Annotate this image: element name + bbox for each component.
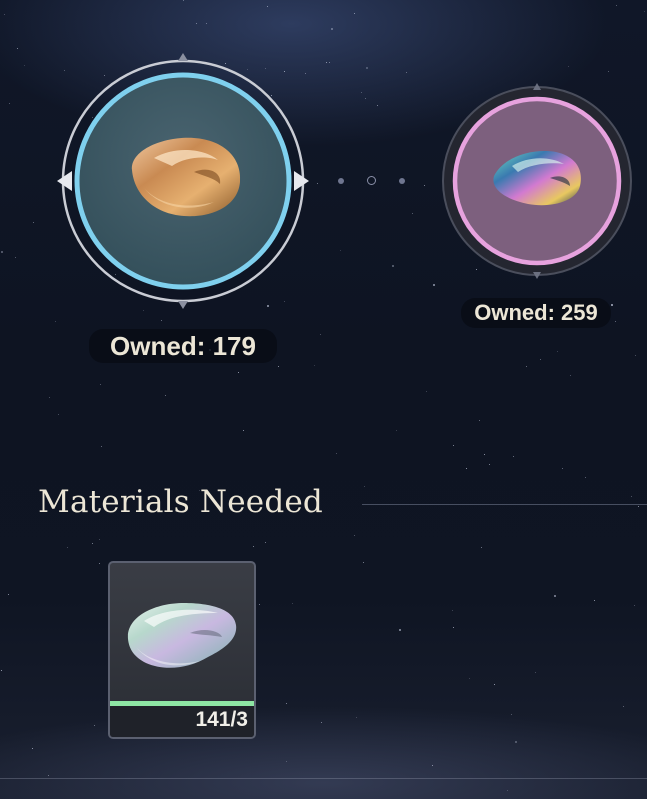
pager-dot-active (367, 176, 376, 185)
owned-label: Owned: 259 (474, 300, 598, 325)
section-title: Materials Needed (38, 484, 323, 520)
owned-count-copper: Owned: 179 (89, 329, 277, 363)
pager-dots (336, 174, 410, 188)
owned-count-iridescent: Owned: 259 (461, 298, 611, 328)
pager-dot (338, 178, 344, 184)
iridescent-ore-icon (490, 146, 588, 212)
prismatic-ore-icon (124, 597, 242, 677)
needed-material-card[interactable]: 141/3 (108, 561, 256, 739)
owned-label: Owned: 179 (110, 331, 256, 361)
section-divider (362, 504, 647, 505)
pager-dot (399, 178, 405, 184)
copper-ore-icon (124, 132, 246, 222)
bottom-divider (0, 778, 647, 779)
material-count: 141/3 (195, 708, 248, 731)
material-selector-copper[interactable] (52, 50, 314, 312)
material-selector-iridescent[interactable] (436, 80, 638, 282)
